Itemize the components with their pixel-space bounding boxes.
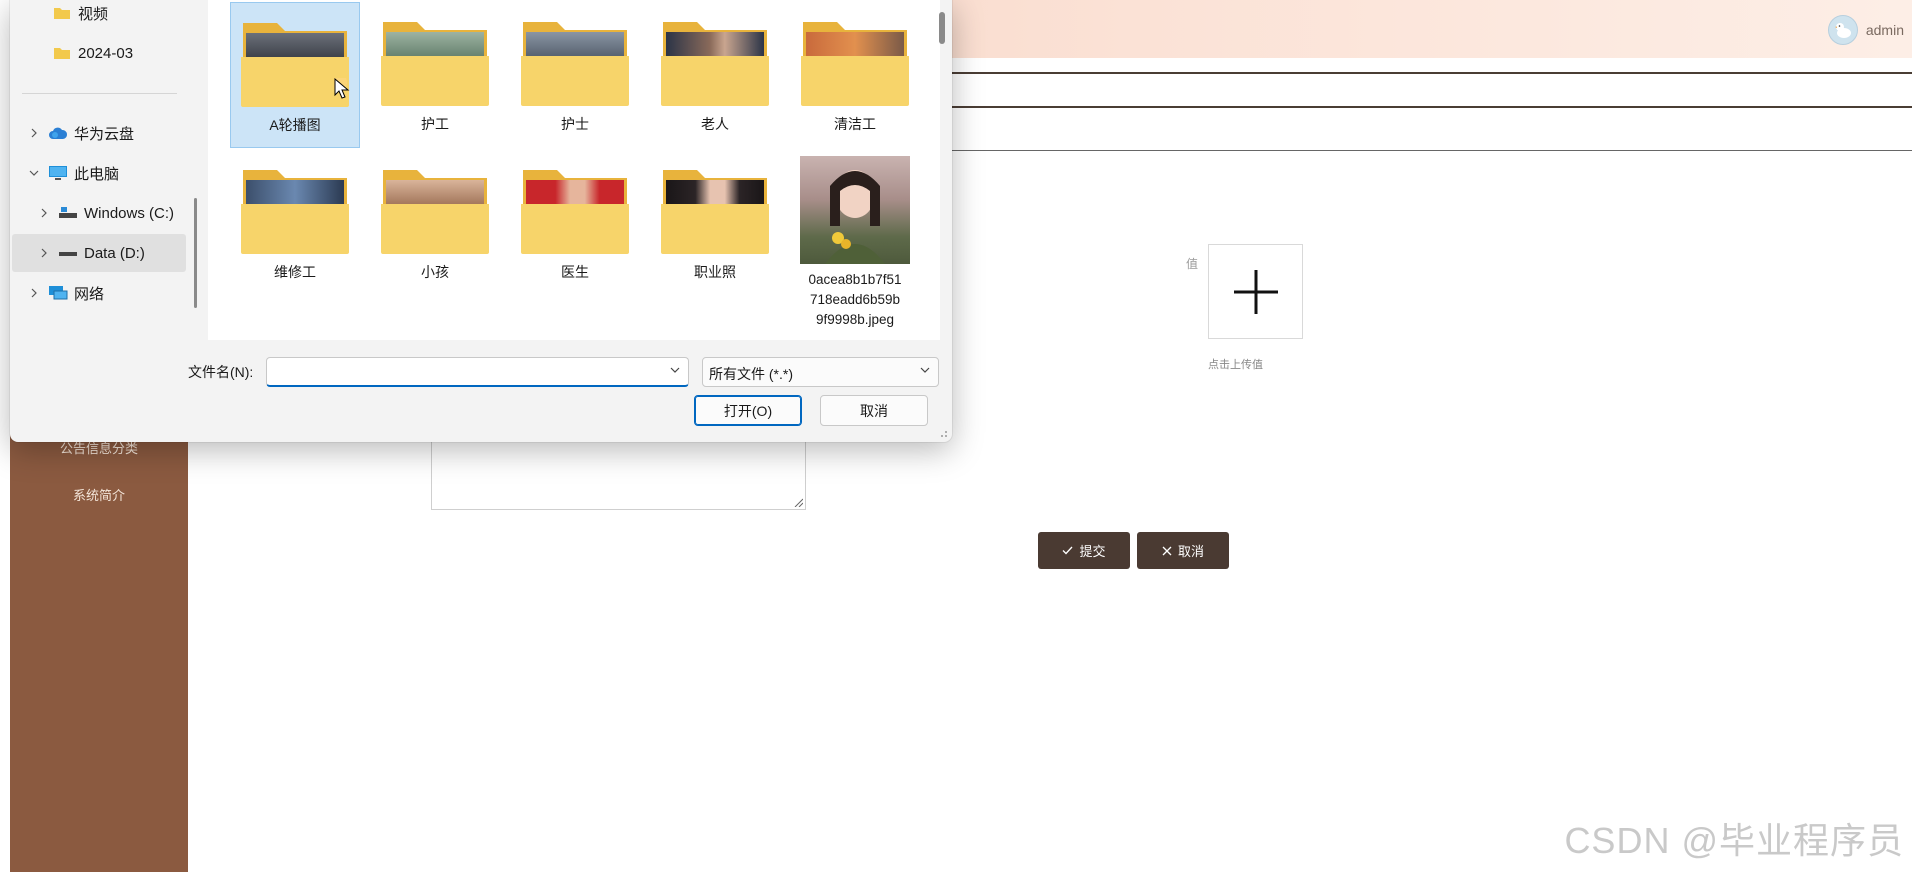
plus-icon xyxy=(1233,269,1278,314)
file-type-filter-value: 所有文件 (*.*) xyxy=(709,366,793,382)
field-label: 值 xyxy=(1186,257,1199,271)
navigation-pane: 视频 2024-03 华为云盘 此电脑 Windows (C:) Data (D… xyxy=(10,0,188,340)
computer-icon xyxy=(48,164,68,182)
network-icon xyxy=(48,284,68,302)
file-type-filter[interactable]: 所有文件 (*.*) xyxy=(702,357,939,387)
nav-divider xyxy=(22,93,177,94)
username[interactable]: admin xyxy=(1866,22,1904,38)
cancel-label: 取消 xyxy=(1177,544,1204,559)
check-icon xyxy=(1063,546,1073,555)
folder-item-doctor[interactable]: 医生 xyxy=(510,150,640,296)
file-name: 维修工 xyxy=(274,264,316,280)
image-thumbnail xyxy=(800,156,910,264)
watermark: CSDN @毕业程序员 xyxy=(1564,820,1904,861)
filename-input[interactable] xyxy=(266,357,689,387)
folder-icon xyxy=(381,18,489,106)
chevron-right-icon[interactable] xyxy=(28,288,40,298)
chevron-down-icon xyxy=(920,367,930,373)
open-button[interactable]: 打开(O) xyxy=(694,395,802,426)
chevron-down-icon[interactable] xyxy=(670,366,680,374)
resize-grip-icon[interactable] xyxy=(793,497,803,507)
nav-item-data-d[interactable]: Data (D:) xyxy=(12,234,186,272)
image-upload-button[interactable] xyxy=(1208,244,1303,339)
nav-scrollbar[interactable] xyxy=(194,198,197,308)
folder-item-caregiver[interactable]: 护工 xyxy=(370,2,500,148)
folder-item-repairman[interactable]: 维修工 xyxy=(230,150,360,296)
file-name: 老人 xyxy=(701,116,729,132)
dialog-resize-grip-icon[interactable] xyxy=(938,428,948,438)
drive-icon xyxy=(58,244,78,262)
nav-label: Windows (C:) xyxy=(84,204,175,222)
filename-input-field[interactable] xyxy=(267,358,657,384)
folder-icon xyxy=(241,166,349,254)
dialog-cancel-button[interactable]: 取消 xyxy=(820,395,928,426)
nav-item-windows-c[interactable]: Windows (C:) xyxy=(10,194,186,232)
chevron-right-icon[interactable] xyxy=(28,128,40,138)
filename-label: 文件名(N): xyxy=(188,364,254,380)
nav-item-this-pc[interactable]: 此电脑 xyxy=(10,154,186,192)
close-icon xyxy=(1162,546,1172,555)
chevron-right-icon[interactable] xyxy=(38,208,50,218)
nav-item-huawei-cloud[interactable]: 华为云盘 xyxy=(10,114,186,152)
file-name: 0acea8b1b7f51 718eadd6b59b 9f9998b.jpeg xyxy=(808,272,902,327)
file-name: 清洁工 xyxy=(834,116,876,132)
nav-label: Data (D:) xyxy=(84,244,145,262)
folder-icon xyxy=(52,44,72,62)
submit-button[interactable]: 提交 xyxy=(1038,532,1130,569)
nav-label: 此电脑 xyxy=(74,165,120,183)
file-list-scrollbar[interactable] xyxy=(939,12,945,44)
folder-item-child[interactable]: 小孩 xyxy=(370,150,500,296)
file-name: 医生 xyxy=(561,264,589,280)
file-name: 职业照 xyxy=(694,264,736,280)
folder-icon xyxy=(661,166,769,254)
mouse-cursor-icon xyxy=(334,78,350,99)
folder-item-elderly[interactable]: 老人 xyxy=(650,2,780,148)
folder-icon xyxy=(801,18,909,106)
duck-avatar-icon xyxy=(1834,23,1851,38)
file-name: A轮播图 xyxy=(269,117,321,133)
upload-hint: 点击上传值 xyxy=(1208,359,1263,371)
folder-item-cleaner[interactable]: 清洁工 xyxy=(790,2,920,148)
nav-label: 视频 xyxy=(78,5,109,23)
drive-icon xyxy=(58,204,78,222)
folder-icon xyxy=(521,18,629,106)
cloud-icon xyxy=(48,124,68,142)
cancel-button[interactable]: 取消 xyxy=(1137,532,1229,569)
folder-item-professional-photo[interactable]: 职业照 xyxy=(650,150,780,296)
nav-item-2024-03[interactable]: 2024-03 xyxy=(10,34,186,72)
folder-icon xyxy=(241,19,349,107)
chevron-right-icon[interactable] xyxy=(38,248,50,258)
nav-label: 华为云盘 xyxy=(74,125,135,143)
user-menu[interactable]: admin xyxy=(1827,15,1904,45)
folder-icon xyxy=(661,18,769,106)
image-file-item[interactable]: 0acea8b1b7f51 718eadd6b59b 9f9998b.jpeg xyxy=(790,150,920,340)
nav-item-videos[interactable]: 视频 xyxy=(10,0,186,32)
folder-icon xyxy=(52,4,72,22)
submit-label: 提交 xyxy=(1079,544,1106,559)
folder-item-a-carousel[interactable]: A轮播图 xyxy=(230,2,360,148)
nav-label: 2024-03 xyxy=(78,44,134,62)
file-name: 护工 xyxy=(421,116,449,132)
folder-icon xyxy=(521,166,629,254)
file-name: 护士 xyxy=(561,116,589,132)
nav-item-network[interactable]: 网络 xyxy=(10,274,186,312)
folder-item-nurse[interactable]: 护士 xyxy=(510,2,640,148)
content-textarea[interactable] xyxy=(431,430,806,510)
sidebar-item-system-intro[interactable]: 系统简介 xyxy=(10,485,188,504)
file-name: 小孩 xyxy=(421,264,449,280)
file-open-dialog: 视频 2024-03 华为云盘 此电脑 Windows (C:) Data (D… xyxy=(10,0,952,442)
avatar[interactable] xyxy=(1827,15,1858,45)
folder-icon xyxy=(381,166,489,254)
chevron-down-icon[interactable] xyxy=(28,169,40,177)
nav-label: 网络 xyxy=(74,285,105,303)
